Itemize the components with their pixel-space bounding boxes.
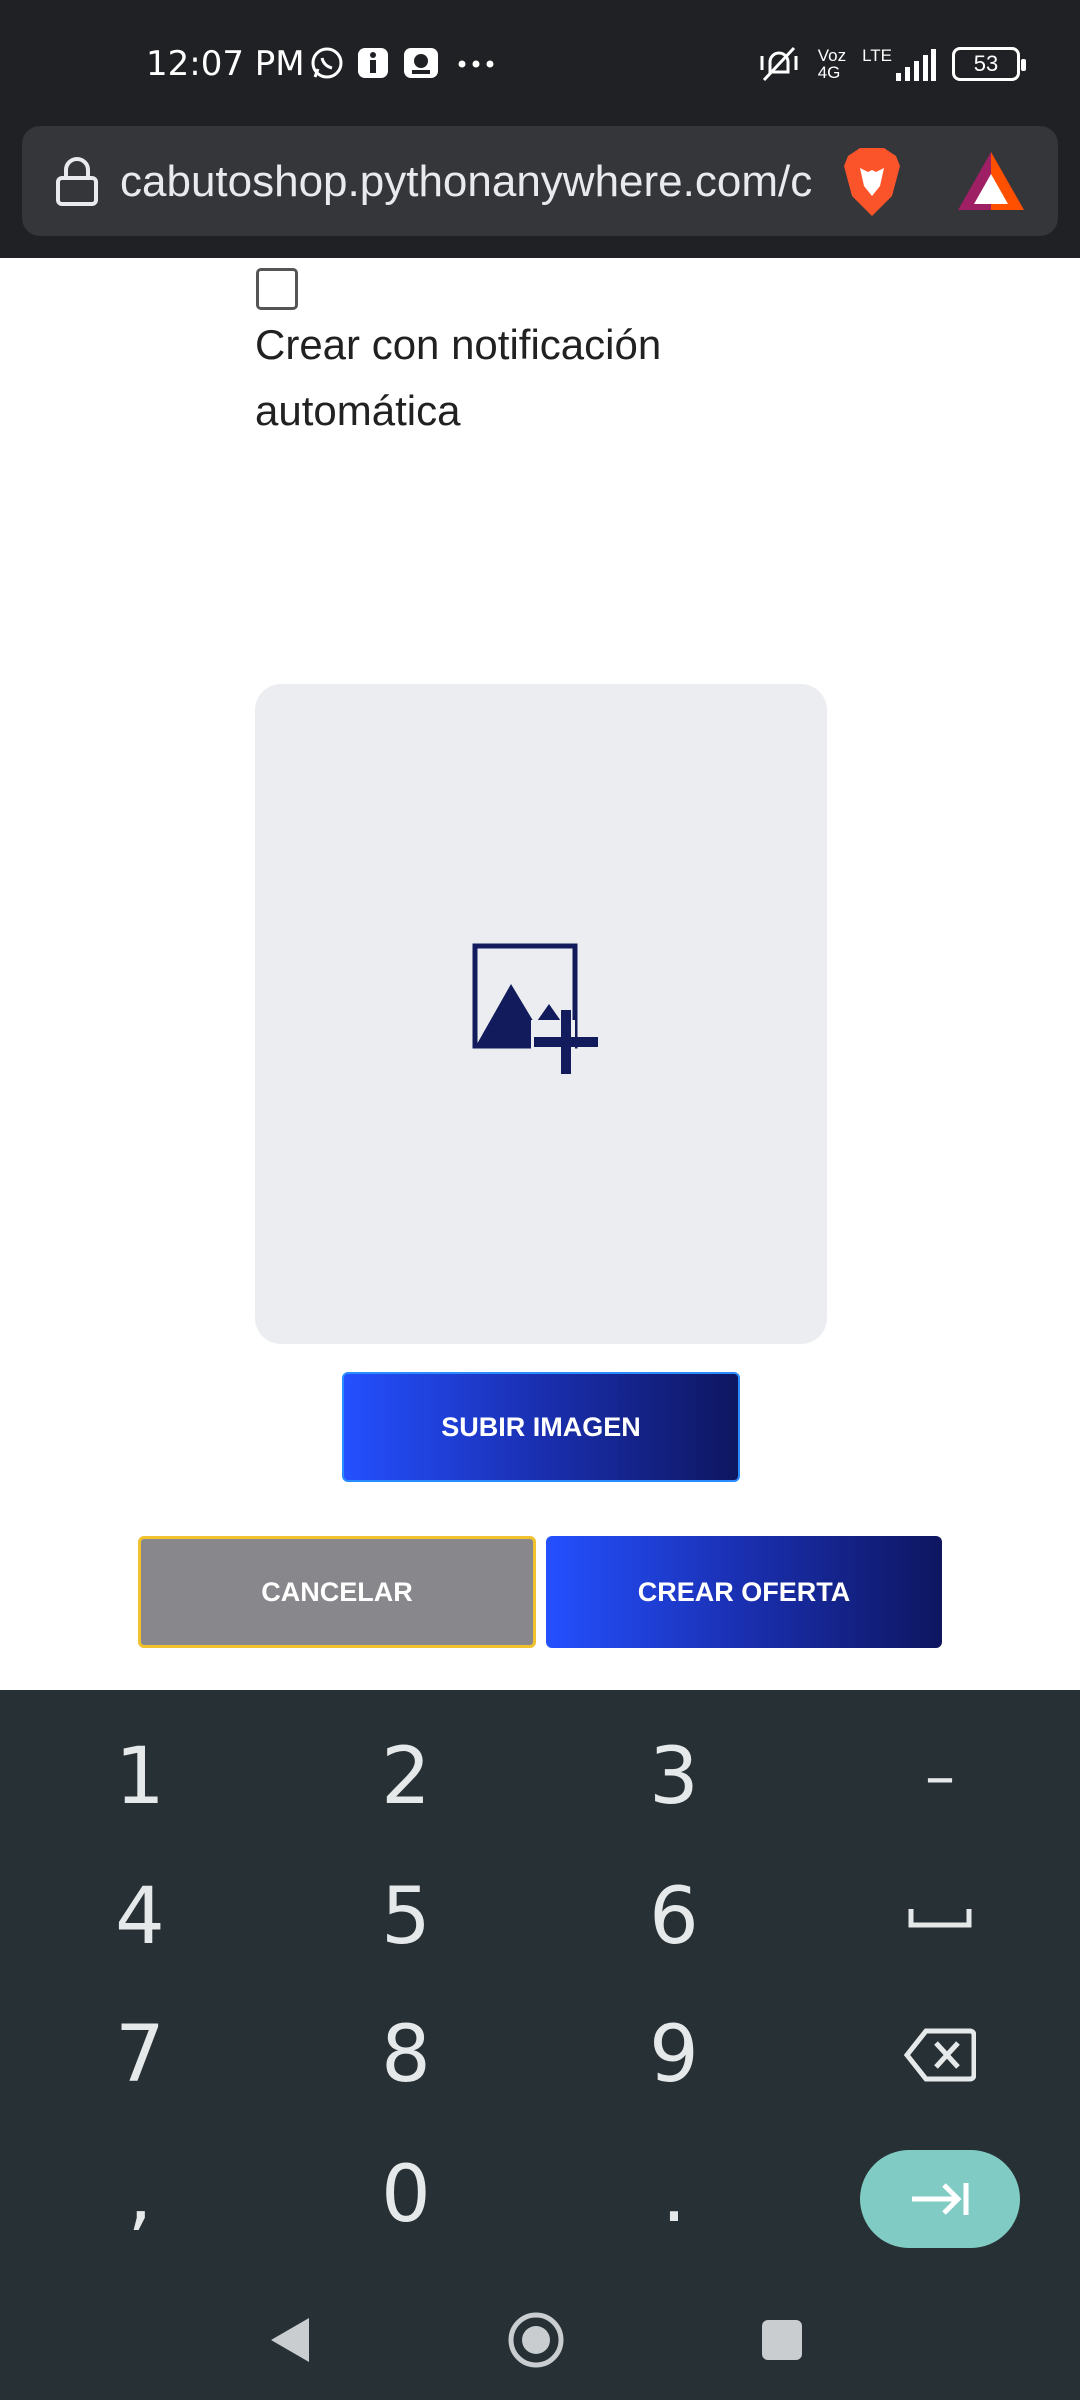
auto-notification-checkbox[interactable]	[256, 268, 298, 310]
key-5[interactable]: 5	[306, 1852, 506, 1982]
cancel-button[interactable]: CANCELAR	[138, 1536, 536, 1648]
upload-image-button[interactable]: SUBIR IMAGEN	[342, 1372, 740, 1482]
battery-indicator: 53	[952, 47, 1026, 81]
browser-toolbar: cabutoshop.pythonanywhere.com/c	[0, 126, 1080, 258]
brave-icon[interactable]	[840, 146, 904, 218]
status-left-icons	[310, 46, 502, 80]
offer-form: Crear con notificación automática SUBIR …	[0, 258, 1080, 1690]
more-icon	[458, 60, 494, 68]
create-offer-button[interactable]: CREAR OFERTA	[546, 1536, 942, 1648]
status-right-icons: Voz 4G LTE 53	[756, 44, 1026, 84]
key-0[interactable]: 0	[306, 2130, 506, 2260]
next-field-key[interactable]	[860, 2150, 1020, 2248]
signal-icon	[896, 49, 936, 81]
key-dash[interactable]: –	[840, 1712, 1040, 1842]
battery-level: 53	[973, 51, 999, 76]
bat-icon[interactable]	[956, 150, 1026, 212]
tab-next-icon	[912, 2183, 969, 2215]
key-9[interactable]: 9	[574, 1990, 774, 2120]
back-button[interactable]	[250, 2300, 330, 2380]
info-icon	[358, 48, 388, 78]
lock-icon[interactable]	[54, 156, 100, 206]
mute-vibrate-icon	[760, 46, 798, 82]
system-navigation-bar	[0, 2280, 1080, 2400]
key-3[interactable]: 3	[574, 1712, 774, 1842]
key-4[interactable]: 4	[40, 1852, 240, 1982]
status-time: 12:07 PM	[146, 44, 305, 84]
key-space[interactable]	[840, 1852, 1040, 1982]
home-icon	[508, 2312, 564, 2368]
recents-button[interactable]	[742, 2300, 822, 2380]
key-7[interactable]: 7	[40, 1990, 240, 2120]
back-icon	[271, 2318, 309, 2362]
recents-icon	[762, 2320, 802, 2360]
whatsapp-icon	[311, 47, 343, 79]
backspace-icon	[904, 2028, 976, 2082]
key-period[interactable]: .	[574, 2130, 774, 2260]
home-button[interactable]	[496, 2300, 576, 2380]
key-1[interactable]: 1	[40, 1712, 240, 1842]
key-backspace[interactable]	[840, 1990, 1040, 2120]
image-preview-area[interactable]	[255, 684, 827, 1344]
status-bar: 12:07 PM Voz 4G LTE 53	[0, 0, 1080, 126]
network-type: Voz 4G	[818, 47, 846, 81]
key-8[interactable]: 8	[306, 1990, 506, 2120]
key-6[interactable]: 6	[574, 1852, 774, 1982]
numeric-keyboard: 1 2 3 – 4 5 6 7 8 9 , 0 .	[0, 1690, 1080, 2280]
url-text[interactable]: cabutoshop.pythonanywhere.com/c	[120, 154, 836, 210]
network-4g: 4G	[817, 63, 841, 82]
space-icon	[908, 1909, 972, 1928]
app-icon	[404, 48, 438, 78]
address-bar[interactable]: cabutoshop.pythonanywhere.com/c	[22, 126, 1058, 236]
add-image-icon	[472, 943, 598, 1074]
key-comma[interactable]: ,	[40, 2130, 240, 2260]
network-lte: LTE	[862, 46, 892, 65]
key-2[interactable]: 2	[306, 1712, 506, 1842]
network-lte-block: LTE	[862, 47, 936, 81]
network-voz: Voz	[817, 46, 847, 65]
auto-notification-label: Crear con notificación automática	[255, 321, 662, 434]
